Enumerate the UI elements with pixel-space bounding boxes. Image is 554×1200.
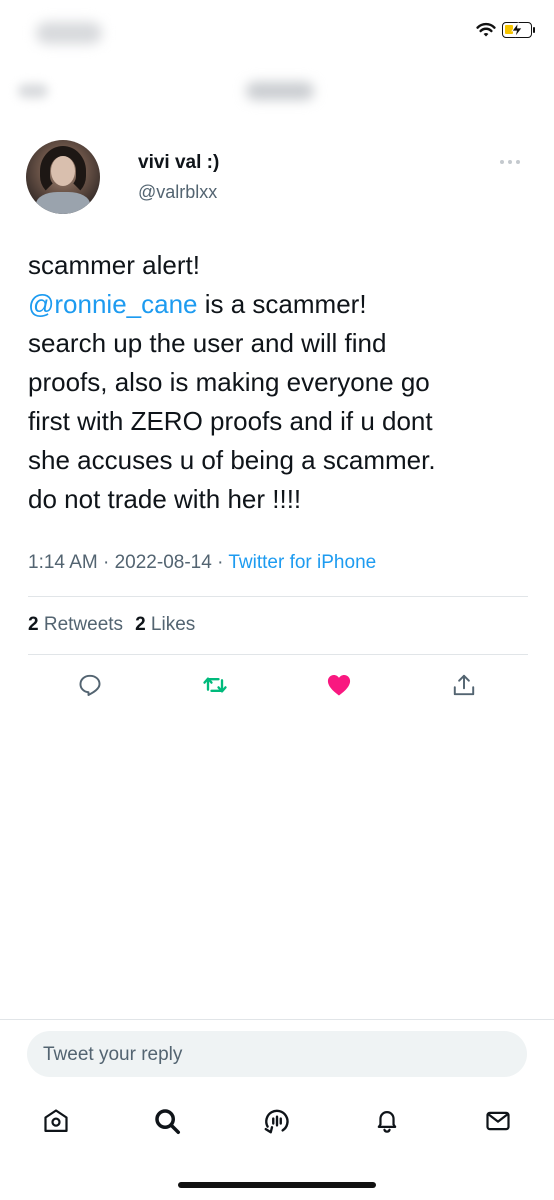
retweet-button[interactable] xyxy=(200,670,230,700)
divider xyxy=(28,654,528,655)
tab-messages[interactable] xyxy=(483,1106,513,1136)
retweets-label: Retweets xyxy=(43,614,124,635)
tab-spaces[interactable] xyxy=(262,1106,292,1136)
meta-separator: · xyxy=(211,552,229,573)
tweet-source-link[interactable]: Twitter for iPhone xyxy=(228,552,376,573)
reply-input[interactable]: Tweet your reply xyxy=(27,1031,527,1077)
reply-button[interactable] xyxy=(75,670,105,700)
avatar[interactable] xyxy=(26,140,100,214)
home-indicator[interactable] xyxy=(178,1182,376,1188)
tweet-author: vivi val :) @valrblxx xyxy=(26,140,526,216)
home-icon xyxy=(44,1109,68,1133)
tweet-date: 2022-08-14 xyxy=(114,552,212,573)
mention-link[interactable]: @ronnie_cane xyxy=(28,289,198,319)
tab-home[interactable] xyxy=(41,1106,71,1136)
tweet-text: scammer alert! @ronnie_cane is a scammer… xyxy=(28,246,528,519)
header-title-blurred xyxy=(246,82,314,100)
wifi-icon xyxy=(476,22,496,37)
tweet-text-line: proofs, also is making everyone go xyxy=(28,367,430,397)
back-button-blurred[interactable] xyxy=(18,84,48,98)
tweet-meta: 1:14 AM · 2022-08-14 · Twitter for iPhon… xyxy=(28,552,376,574)
reply-icon xyxy=(79,674,101,696)
tweet-text-line: search up the user and will find xyxy=(28,328,387,358)
meta-separator: · xyxy=(97,552,115,573)
notifications-icon xyxy=(377,1111,397,1133)
spaces-icon xyxy=(264,1109,289,1134)
author-handle[interactable]: @valrblxx xyxy=(138,182,217,203)
messages-icon xyxy=(486,1111,510,1131)
reply-placeholder: Tweet your reply xyxy=(43,1044,183,1065)
tweet-text-line: scammer alert! xyxy=(28,250,200,280)
retweets-stat[interactable]: 2 Retweets xyxy=(28,614,123,635)
like-button[interactable] xyxy=(324,670,354,700)
tweet-text-line: first with ZERO proofs and if u dont xyxy=(28,406,433,436)
likes-stat[interactable]: 2 Likes xyxy=(135,614,195,635)
status-time-blurred xyxy=(36,22,102,44)
tweet-text-line: @ronnie_cane is a scammer! xyxy=(28,285,528,324)
battery-icon xyxy=(502,22,535,38)
status-bar xyxy=(0,0,554,60)
tweet-text-line: she accuses u of being a scammer. xyxy=(28,445,436,475)
share-button[interactable] xyxy=(449,670,479,700)
header xyxy=(0,62,554,118)
like-icon xyxy=(327,674,351,696)
author-display-name[interactable]: vivi val :) xyxy=(138,152,219,174)
more-options-icon[interactable] xyxy=(500,160,520,164)
likes-count: 2 xyxy=(135,614,146,635)
likes-label: Likes xyxy=(150,614,196,635)
divider xyxy=(0,1019,554,1020)
status-icons xyxy=(476,22,535,38)
tweet-text-fragment: is a scammer! xyxy=(197,289,367,319)
tweet-stats: 2 Retweets 2 Likes xyxy=(28,614,195,636)
search-icon xyxy=(155,1109,180,1134)
divider xyxy=(28,596,528,597)
retweet-icon xyxy=(203,677,227,693)
tab-bar xyxy=(0,1096,554,1152)
retweets-count: 2 xyxy=(28,614,39,635)
tweet-time: 1:14 AM xyxy=(28,552,98,573)
tab-search[interactable] xyxy=(152,1106,182,1136)
tweet-actions xyxy=(28,664,528,708)
tweet-text-line: do not trade with her !!!! xyxy=(28,484,302,514)
share-icon xyxy=(453,674,475,696)
tab-notifications[interactable] xyxy=(372,1106,402,1136)
